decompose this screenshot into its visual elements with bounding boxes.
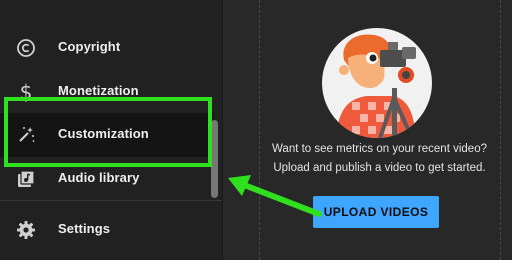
annotation-highlight-box [4, 97, 212, 167]
sidebar-item-label: Audio library [58, 170, 140, 185]
upload-videos-button[interactable]: UPLOAD VIDEOS [313, 196, 439, 228]
empty-state-line-1: Want to see metrics on your recent video… [272, 143, 487, 155]
sidebar-item-label: Settings [58, 221, 111, 236]
sidebar-item-settings[interactable]: Settings [0, 208, 214, 252]
sidebar-item-label: Monetization [58, 83, 139, 98]
annotation-arrow-icon [228, 175, 322, 217]
creator-illustration [322, 28, 432, 138]
sidebar-divider [0, 200, 222, 201]
gear-icon [14, 218, 38, 242]
sidebar-item-label: Copyright [58, 39, 121, 54]
sidebar-item-copyright[interactable]: Copyright [0, 26, 214, 70]
card-border-right [500, 0, 501, 260]
audio-library-icon [14, 167, 38, 191]
sidebar-scrollbar[interactable] [211, 120, 218, 198]
copyright-icon [14, 36, 38, 60]
